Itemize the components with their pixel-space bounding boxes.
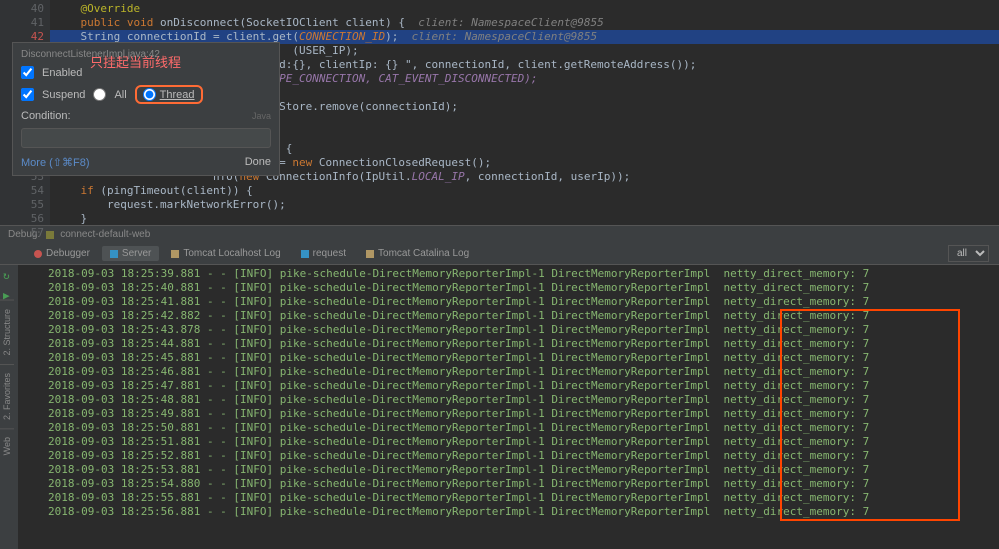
debug-toolwindow-header: Debug: connect-default-web: [0, 225, 999, 243]
log-line: 2018-09-03 18:25:55.881 - - [INFO] pike-…: [48, 491, 999, 505]
tab-structure[interactable]: 2. Structure: [0, 300, 14, 364]
log-line: 2018-09-03 18:25:39.881 - - [INFO] pike-…: [48, 267, 999, 281]
tab-debugger[interactable]: Debugger: [26, 246, 98, 261]
code-editor[interactable]: 40 41 42 53 54 55 56 57 @Override public…: [0, 0, 999, 225]
enabled-checkbox[interactable]: [21, 66, 34, 79]
run-config-icon: [46, 231, 54, 239]
log-line: 2018-09-03 18:25:56.881 - - [INFO] pike-…: [48, 505, 999, 519]
log-line: 2018-09-03 18:25:54.880 - - [INFO] pike-…: [48, 477, 999, 491]
log-line: 2018-09-03 18:25:50.881 - - [INFO] pike-…: [48, 421, 999, 435]
tab-catalina-log[interactable]: Tomcat Catalina Log: [358, 246, 477, 261]
server-icon: [110, 250, 118, 258]
tab-web[interactable]: Web: [0, 428, 14, 463]
thread-option-highlight: Thread: [135, 85, 203, 104]
log-line: 2018-09-03 18:25:41.881 - - [INFO] pike-…: [48, 295, 999, 309]
bug-icon: [34, 250, 42, 258]
log-line: 2018-09-03 18:25:48.881 - - [INFO] pike-…: [48, 393, 999, 407]
thread-radio[interactable]: [143, 88, 156, 101]
log-filter-dropdown[interactable]: all: [948, 245, 989, 262]
log-line: 2018-09-03 18:25:52.881 - - [INFO] pike-…: [48, 449, 999, 463]
enabled-label: Enabled: [42, 67, 82, 79]
run-config-name: connect-default-web: [60, 229, 150, 240]
all-radio[interactable]: [93, 88, 106, 101]
log-line: 2018-09-03 18:25:46.881 - - [INFO] pike-…: [48, 365, 999, 379]
log-line: 2018-09-03 18:25:44.881 - - [INFO] pike-…: [48, 337, 999, 351]
request-icon: [301, 250, 309, 258]
console-output[interactable]: 统计线程依然在统计 2018-09-03 18:25:39.881 - - [I…: [18, 265, 999, 549]
tab-localhost-log[interactable]: Tomcat Localhost Log: [163, 246, 288, 261]
lang-label: Java: [252, 111, 271, 121]
tomcat-icon: [171, 250, 179, 258]
condition-input[interactable]: [21, 128, 271, 148]
log-line: 2018-09-03 18:25:49.881 - - [INFO] pike-…: [48, 407, 999, 421]
log-line: 2018-09-03 18:25:53.881 - - [INFO] pike-…: [48, 463, 999, 477]
thread-label: Thread: [160, 89, 195, 101]
suspend-checkbox[interactable]: [21, 88, 34, 101]
console-tabs-bar: Debugger Server Tomcat Localhost Log req…: [0, 243, 999, 265]
tab-request[interactable]: request: [293, 246, 354, 261]
condition-label: Condition:: [21, 110, 71, 122]
log-line: 2018-09-03 18:25:42.882 - - [INFO] pike-…: [48, 309, 999, 323]
log-line: 2018-09-03 18:25:43.878 - - [INFO] pike-…: [48, 323, 999, 337]
log-line: 2018-09-03 18:25:51.881 - - [INFO] pike-…: [48, 435, 999, 449]
rerun-icon[interactable]: ↻: [3, 269, 15, 281]
all-label: All: [114, 89, 126, 101]
log-line: 2018-09-03 18:25:45.881 - - [INFO] pike-…: [48, 351, 999, 365]
more-link[interactable]: More (⇧⌘F8): [21, 156, 90, 169]
suspend-label: Suspend: [42, 89, 85, 101]
annotation-suspend-thread: 只挂起当前线程: [90, 52, 181, 71]
tab-server[interactable]: Server: [102, 246, 159, 261]
tab-favorites[interactable]: 2. Favorites: [0, 364, 14, 428]
log-line: 2018-09-03 18:25:40.881 - - [INFO] pike-…: [48, 281, 999, 295]
log-line: 2018-09-03 18:25:47.881 - - [INFO] pike-…: [48, 379, 999, 393]
left-toolwindow-tabs: 2. Structure 2. Favorites Web: [0, 300, 18, 463]
tomcat-icon: [366, 250, 374, 258]
done-button[interactable]: Done: [245, 156, 271, 169]
